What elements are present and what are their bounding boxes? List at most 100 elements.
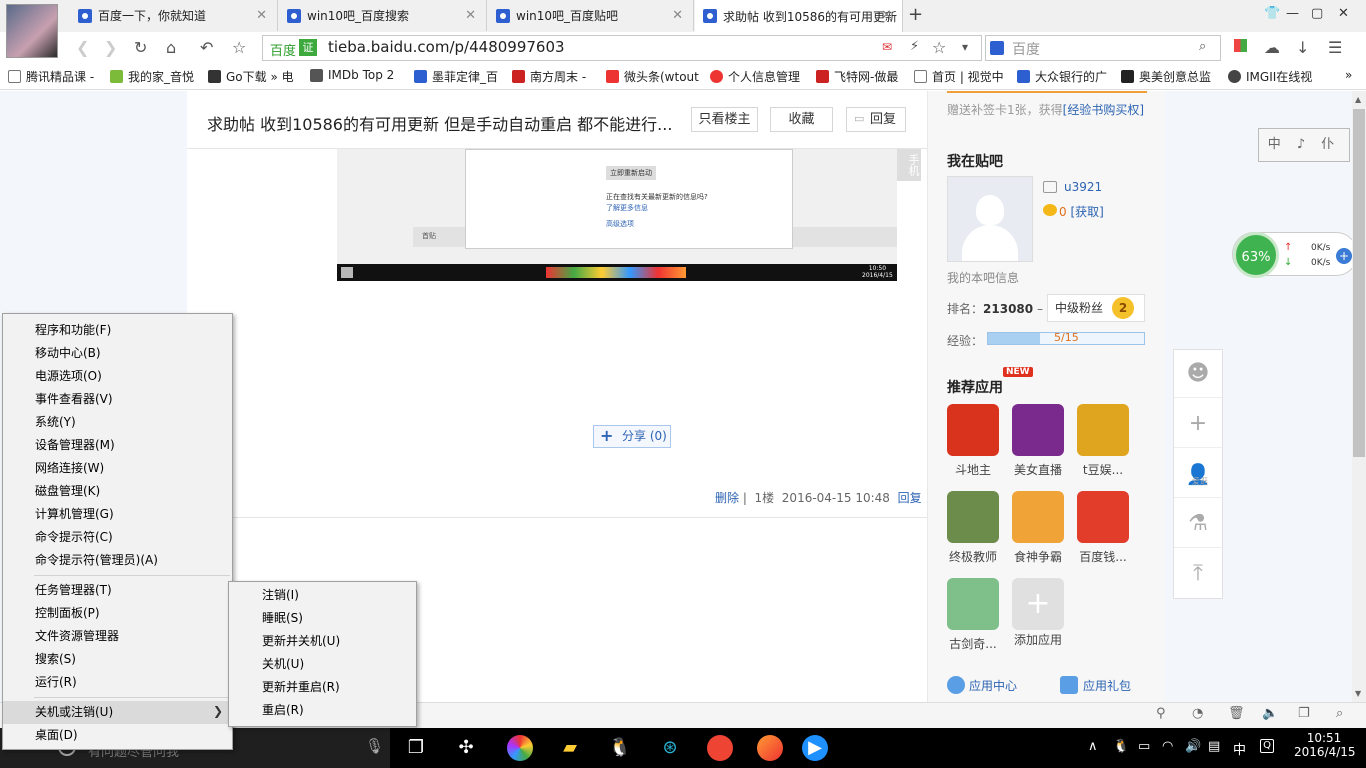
tab-win10-tieba[interactable]: win10吧_百度贴吧 ✕ xyxy=(488,0,694,31)
bookmark-star-icon[interactable]: ☆ xyxy=(932,38,946,57)
undo-icon[interactable]: ↶ xyxy=(200,38,213,57)
bear-icon[interactable]: ☻ xyxy=(1174,350,1222,398)
user-avatar[interactable] xyxy=(6,4,58,58)
task-view-icon[interactable]: ❐ xyxy=(403,735,429,761)
back-to-top-icon[interactable]: ⤒ xyxy=(1174,550,1222,598)
app-name[interactable]: 美女直播 xyxy=(1005,461,1071,478)
app-name[interactable]: 添加应用 xyxy=(1005,631,1071,648)
bookmark-item[interactable]: 奥美创意总监 xyxy=(1121,68,1211,85)
app-icon-wallet[interactable] xyxy=(1077,491,1129,543)
menu-item-power-options[interactable]: 电源选项(O) xyxy=(3,365,229,388)
refresh-icon[interactable]: ↻ xyxy=(134,38,147,57)
mail-icon[interactable]: ✉ xyxy=(882,40,892,54)
net-plus-icon[interactable]: + xyxy=(1336,248,1352,264)
video-app-icon[interactable]: ⊛ xyxy=(657,735,683,761)
menu-item-device-manager[interactable]: 设备管理器(M) xyxy=(3,434,229,457)
submenu-item-update-shutdown[interactable]: 更新并关机(U) xyxy=(230,630,414,653)
menu-item-programs[interactable]: 程序和功能(F) xyxy=(3,319,229,342)
trash-icon[interactable]: 🗑 xyxy=(1228,706,1245,721)
app-icon-teacher[interactable] xyxy=(947,491,999,543)
menu-item-file-explorer[interactable]: 文件资源管理器 xyxy=(3,625,229,648)
ime-indicator[interactable]: 中 xyxy=(1233,739,1246,758)
forward-icon[interactable]: ❯ xyxy=(104,38,117,57)
volume-icon[interactable]: 🔈 xyxy=(1262,706,1278,721)
bookmark-item[interactable]: 微头条(wtout xyxy=(606,68,699,85)
menu-item-shutdown-signout[interactable]: 关机或注销(U) xyxy=(3,701,229,724)
url-text[interactable]: tieba.baidu.com/p/4480997603 xyxy=(328,38,565,56)
new-tab-button[interactable]: + xyxy=(908,4,923,25)
calligraphy-widget[interactable]: 中 ♪ 仆 xyxy=(1258,128,1350,162)
flask-icon[interactable]: ⚗ xyxy=(1174,500,1222,548)
menu-item-network[interactable]: 网络连接(W) xyxy=(3,457,229,480)
more-bookmarks-icon[interactable]: » xyxy=(1345,68,1352,82)
minimize-button[interactable]: — xyxy=(1286,6,1299,21)
mobile-side-tag[interactable]: 手机 xyxy=(897,149,921,181)
menu-item-cmd-admin[interactable]: 命令提示符(管理员)(A) xyxy=(3,549,229,572)
tray-qq-icon[interactable]: 🐧 xyxy=(1113,739,1129,754)
only-owner-button[interactable]: 只看楼主 xyxy=(691,107,758,132)
app-name[interactable]: 百度钱... xyxy=(1070,548,1136,565)
close-icon[interactable]: ✕ xyxy=(256,8,267,23)
user-profile-avatar[interactable] xyxy=(947,176,1033,262)
tab-baidu-home[interactable]: 百度一下，你就知道 ✕ xyxy=(70,0,278,31)
menu-icon[interactable]: ☰ xyxy=(1328,38,1342,57)
bookmark-item[interactable]: 腾讯精品课 - xyxy=(8,68,94,85)
bookmark-item[interactable]: 墨菲定律_百 xyxy=(414,68,498,85)
menu-item-cmd[interactable]: 命令提示符(C) xyxy=(3,526,229,549)
tray-expand-icon[interactable]: ∧ xyxy=(1088,739,1098,754)
battery-icon[interactable]: ▭ xyxy=(1138,739,1150,754)
search-input[interactable]: 百度 xyxy=(1012,39,1040,59)
app-icon-meinv[interactable] xyxy=(1012,404,1064,456)
menu-item-run[interactable]: 运行(R) xyxy=(3,671,229,694)
scroll-down-icon[interactable]: ▼ xyxy=(1355,689,1361,698)
reply-link[interactable]: 回复 xyxy=(898,491,922,505)
user-shop-icon[interactable]: 👤 爱逛 xyxy=(1174,450,1222,498)
skin-icon[interactable]: 👕 xyxy=(1264,6,1280,21)
delete-link[interactable]: 删除 xyxy=(715,491,739,505)
app-name[interactable]: t豆娱... xyxy=(1070,461,1136,478)
submenu-item-sleep[interactable]: 睡眠(S) xyxy=(230,607,414,630)
menu-item-desktop[interactable]: 桌面(D) xyxy=(3,724,229,747)
zoom-icon[interactable]: ⌕ xyxy=(1336,706,1343,721)
taskbar-clock[interactable]: 10:51 2016/4/15 xyxy=(1294,731,1356,759)
menu-item-disk-management[interactable]: 磁盘管理(K) xyxy=(3,480,229,503)
netease-music-icon[interactable] xyxy=(707,735,733,761)
window-icon[interactable]: ❐ xyxy=(1298,706,1310,721)
app-icon-tdou[interactable] xyxy=(1077,404,1129,456)
player-icon[interactable]: ▶ xyxy=(802,735,828,761)
home-icon[interactable]: ⌂ xyxy=(166,38,176,57)
bookmark-item[interactable]: 大众银行的广 xyxy=(1017,68,1107,85)
menu-item-control-panel[interactable]: 控制面板(P) xyxy=(3,602,229,625)
menu-item-mobility-center[interactable]: 移动中心(B) xyxy=(3,342,229,365)
app-name[interactable]: 古剑奇... xyxy=(940,635,1006,652)
download-icon[interactable]: ↓ xyxy=(1296,38,1309,57)
app-center-link[interactable]: 应用中心 xyxy=(947,677,1017,694)
lightning-icon[interactable]: ⚡ xyxy=(910,39,919,54)
bookmark-item[interactable]: 我的家_音悦 xyxy=(110,68,194,85)
app-icon-gujian[interactable] xyxy=(947,578,999,630)
pin-icon[interactable]: ⚲ xyxy=(1156,706,1166,721)
close-icon[interactable]: ✕ xyxy=(672,8,683,23)
favorite-button[interactable]: 收藏 xyxy=(770,107,833,132)
close-icon[interactable]: ✕ xyxy=(881,8,892,23)
maximize-button[interactable]: ▢ xyxy=(1311,6,1323,21)
speed-icon[interactable]: ◔ xyxy=(1192,706,1203,721)
tab-help-post[interactable]: 求助帖 收到10586的有可用更新 ✕ xyxy=(695,0,903,32)
get-coins-link[interactable]: [获取] xyxy=(1070,205,1103,219)
menu-item-search[interactable]: 搜索(S) xyxy=(3,648,229,671)
bonus-link[interactable]: [经验书购买权] xyxy=(1063,103,1144,117)
pinwheel-app-icon[interactable]: ✣ xyxy=(453,735,479,761)
app-icon-doudizhu[interactable] xyxy=(947,404,999,456)
speaker-icon[interactable]: 🔊 xyxy=(1185,739,1201,754)
apps-icon[interactable] xyxy=(1234,39,1247,52)
back-icon[interactable]: ❮ xyxy=(76,38,89,57)
browser-taskbar-icon[interactable] xyxy=(757,735,783,761)
bookmark-item[interactable]: 南方周末 - xyxy=(512,68,586,85)
tab-win10-search[interactable]: win10吧_百度搜索 ✕ xyxy=(279,0,487,31)
scroll-up-icon[interactable]: ▲ xyxy=(1355,95,1361,104)
folder-icon[interactable]: ▰ xyxy=(557,735,583,761)
bookmark-item[interactable]: 飞特网-做最 xyxy=(816,68,898,85)
submenu-item-signout[interactable]: 注销(I) xyxy=(230,584,414,607)
menu-item-task-manager[interactable]: 任务管理器(T) xyxy=(3,579,229,602)
submenu-item-shutdown[interactable]: 关机(U) xyxy=(230,653,414,676)
